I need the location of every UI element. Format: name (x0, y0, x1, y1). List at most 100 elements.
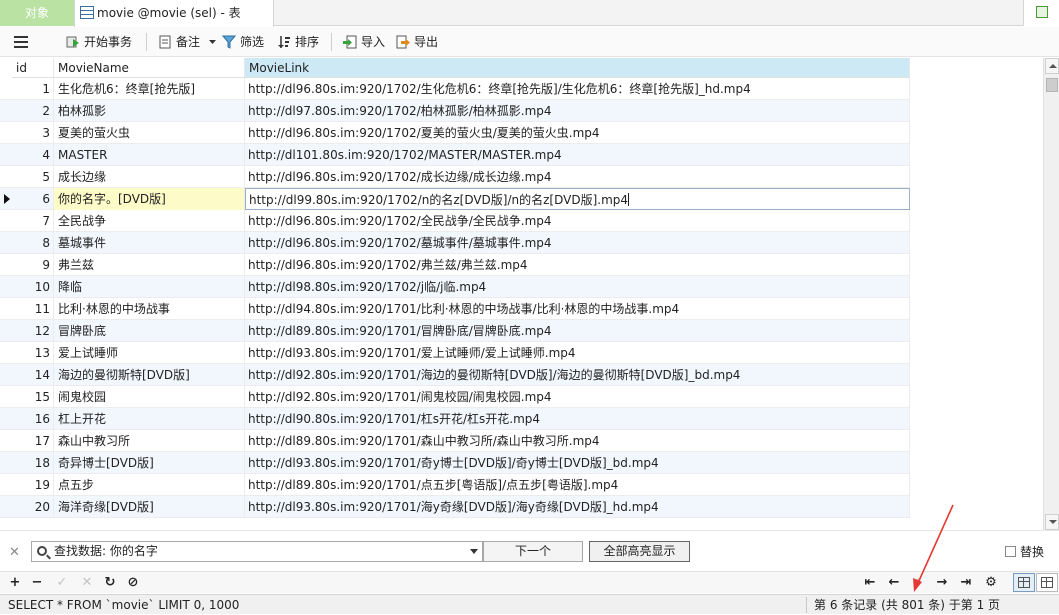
cell-moviename[interactable]: 柏林孤影 (54, 100, 245, 122)
cell-movielink[interactable]: http://dl96.80s.im:920/1702/夏美的萤火虫/夏美的萤火… (245, 122, 910, 144)
cell-moviename[interactable]: 生化危机6：终章[抢先版] (54, 78, 245, 100)
table-row[interactable]: 1 生化危机6：终章[抢先版] http://dl96.80s.im:920/170… (0, 78, 910, 100)
cell-id[interactable]: 13 (12, 342, 54, 364)
replace-checkbox[interactable]: 替换 (1005, 545, 1044, 559)
stop-icon[interactable]: ⊘ (124, 574, 142, 592)
cell-moviename[interactable]: 爱上试睡师 (54, 342, 245, 364)
cell-moviename[interactable]: 全民战争 (54, 210, 245, 232)
cell-moviename[interactable]: 闹鬼校园 (54, 386, 245, 408)
row-marker[interactable] (0, 452, 12, 474)
cell-id[interactable]: 5 (12, 166, 54, 188)
table-row[interactable]: 5 成长边缘 http://dl96.80s.im:920/1702/成长边缘/成长… (0, 166, 910, 188)
close-find-icon[interactable]: ✕ (9, 546, 21, 560)
column-header-id[interactable]: id (12, 58, 54, 78)
grid-view-icon[interactable] (1013, 573, 1035, 592)
cell-moviename[interactable]: 森山中教习所 (54, 430, 245, 452)
current-record-icon[interactable]: • (909, 574, 927, 592)
cell-id[interactable]: 7 (12, 210, 54, 232)
cell-movielink[interactable]: http://dl89.80s.im:920/1701/冒牌卧底/冒牌卧底.mp… (245, 320, 910, 342)
cell-moviename[interactable]: 奇异博士[DVD版] (54, 452, 245, 474)
table-row[interactable]: 4 MASTER http://dl101.80s.im:920/1702/MAST… (0, 144, 910, 166)
row-marker[interactable] (0, 166, 12, 188)
highlight-all-button[interactable]: 全部高亮显示 (589, 541, 690, 562)
cell-movielink[interactable]: http://dl98.80s.im:920/1702/j临/j临.mp4 (245, 276, 910, 298)
cell-id[interactable]: 15 (12, 386, 54, 408)
begin-transaction-button[interactable]: 开始事务 (66, 32, 132, 52)
cell-id[interactable]: 12 (12, 320, 54, 342)
cell-movielink[interactable]: http://dl96.80s.im:920/1702/生化危机6：终章[抢先版… (245, 78, 910, 100)
previous-record-icon[interactable]: ← (885, 574, 903, 592)
column-header-movielink[interactable]: MovieLink (245, 58, 910, 78)
row-marker[interactable] (0, 78, 12, 100)
cell-moviename[interactable]: 冒牌卧底 (54, 320, 245, 342)
scroll-up-icon[interactable] (1045, 58, 1059, 74)
cell-moviename[interactable]: 比利·林恩的中场战事 (54, 298, 245, 320)
menu-icon[interactable] (14, 36, 28, 48)
cell-id[interactable]: 9 (12, 254, 54, 276)
row-marker[interactable] (0, 210, 12, 232)
discard-changes-icon[interactable]: ✕ (78, 574, 96, 592)
apply-changes-icon[interactable]: ✓ (53, 574, 71, 592)
row-marker[interactable] (0, 298, 12, 320)
row-marker[interactable] (0, 364, 12, 386)
row-marker[interactable] (0, 232, 12, 254)
cell-movielink[interactable]: http://dl93.80s.im:920/1701/海y奇缘[DVD版]/海… (245, 496, 910, 518)
cell-movielink-editing[interactable]: http://dl99.80s.im:920/1702/n的名z[DVD版]/n… (245, 188, 910, 210)
table-row[interactable]: 17 森山中教习所 http://dl89.80s.im:920/1701/森山中教… (0, 430, 910, 452)
cell-movielink[interactable]: http://dl92.80s.im:920/1701/闹鬼校园/闹鬼校园.mp… (245, 386, 910, 408)
row-marker[interactable] (0, 474, 12, 496)
table-row[interactable]: 11 比利·林恩的中场战事 http://dl94.80s.im:920/1701/… (0, 298, 910, 320)
cell-movielink[interactable]: http://dl90.80s.im:920/1701/杠s开花/杠s开花.mp… (245, 408, 910, 430)
cell-id[interactable]: 16 (12, 408, 54, 430)
table-row[interactable]: 14 海边的曼彻斯特[DVD版] http://dl92.80s.im:920/17… (0, 364, 910, 386)
cell-movielink[interactable]: http://dl96.80s.im:920/1702/成长边缘/成长边缘.mp… (245, 166, 910, 188)
row-marker[interactable] (0, 408, 12, 430)
settings-gear-icon[interactable]: ⚙ (982, 574, 1000, 592)
cell-movielink[interactable]: http://dl93.80s.im:920/1701/爱上试睡师/爱上试睡师.… (245, 342, 910, 364)
add-record-icon[interactable]: + (6, 574, 24, 592)
cell-moviename[interactable]: 海洋奇缘[DVD版] (54, 496, 245, 518)
cell-moviename[interactable]: MASTER (54, 144, 245, 166)
cell-movielink[interactable]: http://dl89.80s.im:920/1701/点五步[粤语版]/点五步… (245, 474, 910, 496)
cell-id[interactable]: 11 (12, 298, 54, 320)
vertical-scrollbar[interactable] (1043, 58, 1059, 530)
cell-id[interactable]: 6 (12, 188, 54, 210)
cell-id[interactable]: 10 (12, 276, 54, 298)
table-row[interactable]: 3 夏美的萤火虫 http://dl96.80s.im:920/1702/夏美的萤火… (0, 122, 910, 144)
cell-id[interactable]: 2 (12, 100, 54, 122)
first-record-icon[interactable]: ⇤ (861, 574, 879, 592)
cell-movielink[interactable]: http://dl96.80s.im:920/1702/弗兰兹/弗兰兹.mp4 (245, 254, 910, 276)
cell-moviename[interactable]: 弗兰兹 (54, 254, 245, 276)
cell-moviename[interactable]: 点五步 (54, 474, 245, 496)
table-row[interactable]: 13 爱上试睡师 http://dl93.80s.im:920/1701/爱上试睡师… (0, 342, 910, 364)
cell-moviename[interactable]: 杠上开花 (54, 408, 245, 430)
cell-moviename[interactable]: 你的名字。[DVD版] (54, 188, 245, 210)
cell-movielink[interactable]: http://dl94.80s.im:920/1701/比利·林恩的中场战事/比… (245, 298, 910, 320)
cell-moviename[interactable]: 成长边缘 (54, 166, 245, 188)
sort-button[interactable]: 排序 (277, 32, 319, 52)
row-marker[interactable] (0, 342, 12, 364)
replace-checkbox-box[interactable] (1005, 546, 1016, 557)
new-object-icon[interactable] (1023, 0, 1059, 26)
cell-id[interactable]: 3 (12, 122, 54, 144)
table-row[interactable]: 9 弗兰兹 http://dl96.80s.im:920/1702/弗兰兹/弗兰兹.… (0, 254, 910, 276)
cell-movielink[interactable]: http://dl92.80s.im:920/1701/海边的曼彻斯特[DVD版… (245, 364, 910, 386)
table-row[interactable]: 8 墓城事件 http://dl96.80s.im:920/1702/墓城事件/墓城… (0, 232, 910, 254)
cell-id[interactable]: 20 (12, 496, 54, 518)
row-marker[interactable] (0, 496, 12, 518)
row-marker[interactable] (0, 430, 12, 452)
find-history-dropdown-icon[interactable] (470, 549, 478, 554)
scroll-down-icon[interactable] (1045, 514, 1059, 530)
table-row[interactable]: 2 柏林孤影 http://dl97.80s.im:920/1702/柏林孤影/柏林… (0, 100, 910, 122)
cell-movielink[interactable]: http://dl96.80s.im:920/1702/全民战争/全民战争.mp… (245, 210, 910, 232)
find-input[interactable]: 查找数据: 你的名字 (31, 541, 483, 562)
table-row[interactable]: 19 点五步 http://dl89.80s.im:920/1701/点五步[粤语版… (0, 474, 910, 496)
form-view-icon[interactable] (1036, 573, 1058, 592)
last-record-icon[interactable]: ⇥ (957, 574, 975, 592)
table-row[interactable]: 7 全民战争 http://dl96.80s.im:920/1702/全民战争/全民… (0, 210, 910, 232)
next-record-icon[interactable]: → (933, 574, 951, 592)
cell-id[interactable]: 17 (12, 430, 54, 452)
table-row[interactable]: 15 闹鬼校园 http://dl92.80s.im:920/1701/闹鬼校园/闹… (0, 386, 910, 408)
table-row[interactable]: 10 降临 http://dl98.80s.im:920/1702/j临/j临.mp… (0, 276, 910, 298)
row-marker[interactable] (0, 144, 12, 166)
